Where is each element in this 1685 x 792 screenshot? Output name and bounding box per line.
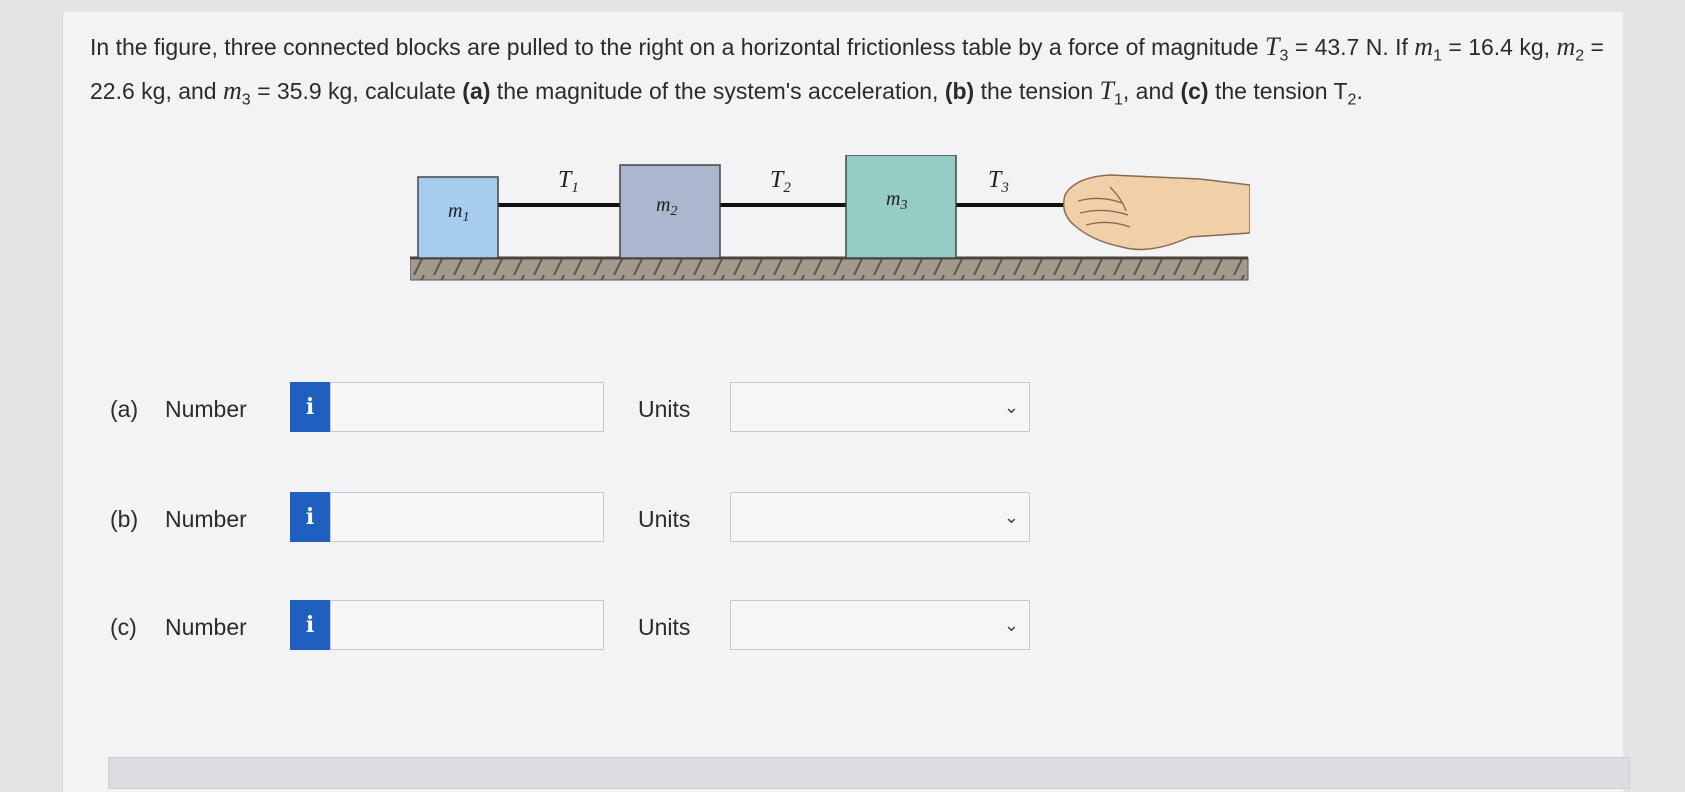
units-select[interactable]: ⌄ xyxy=(730,600,1030,650)
units-select[interactable]: ⌄ xyxy=(730,382,1030,432)
chevron-down-icon: ⌄ xyxy=(1003,397,1019,418)
tension-t1-label: T1 xyxy=(558,167,579,196)
answer-row-b: (b) Number i Units ⌄ xyxy=(100,492,1060,546)
next-section-bar xyxy=(108,757,1630,789)
hand-icon xyxy=(1062,174,1251,251)
part-label: (c) xyxy=(110,614,137,640)
part-label: (a) xyxy=(110,396,139,422)
units-label: Units xyxy=(638,614,691,640)
blocks-figure: m1 m2 m3 T1 T2 T3 xyxy=(409,154,1251,305)
number-input[interactable] xyxy=(330,492,604,542)
number-label: Number xyxy=(165,396,247,422)
chevron-down-icon: ⌄ xyxy=(1003,507,1019,528)
number-input[interactable] xyxy=(330,382,604,432)
answer-row-a: (a) Number i Units ⌄ xyxy=(100,382,1060,436)
info-button[interactable]: i xyxy=(290,382,330,432)
question-text: In the figure, three connected blocks ar… xyxy=(90,32,1604,109)
part-label: (b) xyxy=(110,506,139,532)
units-label: Units xyxy=(638,396,691,422)
info-button[interactable]: i xyxy=(290,492,330,542)
units-select[interactable]: ⌄ xyxy=(730,492,1030,542)
chevron-down-icon: ⌄ xyxy=(1003,615,1019,636)
table-surface xyxy=(409,257,1249,281)
units-label: Units xyxy=(638,506,691,532)
blocks-diagram: m1 m2 m3 T1 T2 T3 xyxy=(409,154,1251,281)
tension-t3-label: T3 xyxy=(988,167,1009,196)
answer-row-c: (c) Number i Units ⌄ xyxy=(100,600,1060,654)
info-button[interactable]: i xyxy=(290,600,330,650)
tension-t2-label: T2 xyxy=(770,167,791,196)
number-label: Number xyxy=(165,506,247,532)
number-label: Number xyxy=(165,614,247,640)
number-input[interactable] xyxy=(330,600,604,650)
